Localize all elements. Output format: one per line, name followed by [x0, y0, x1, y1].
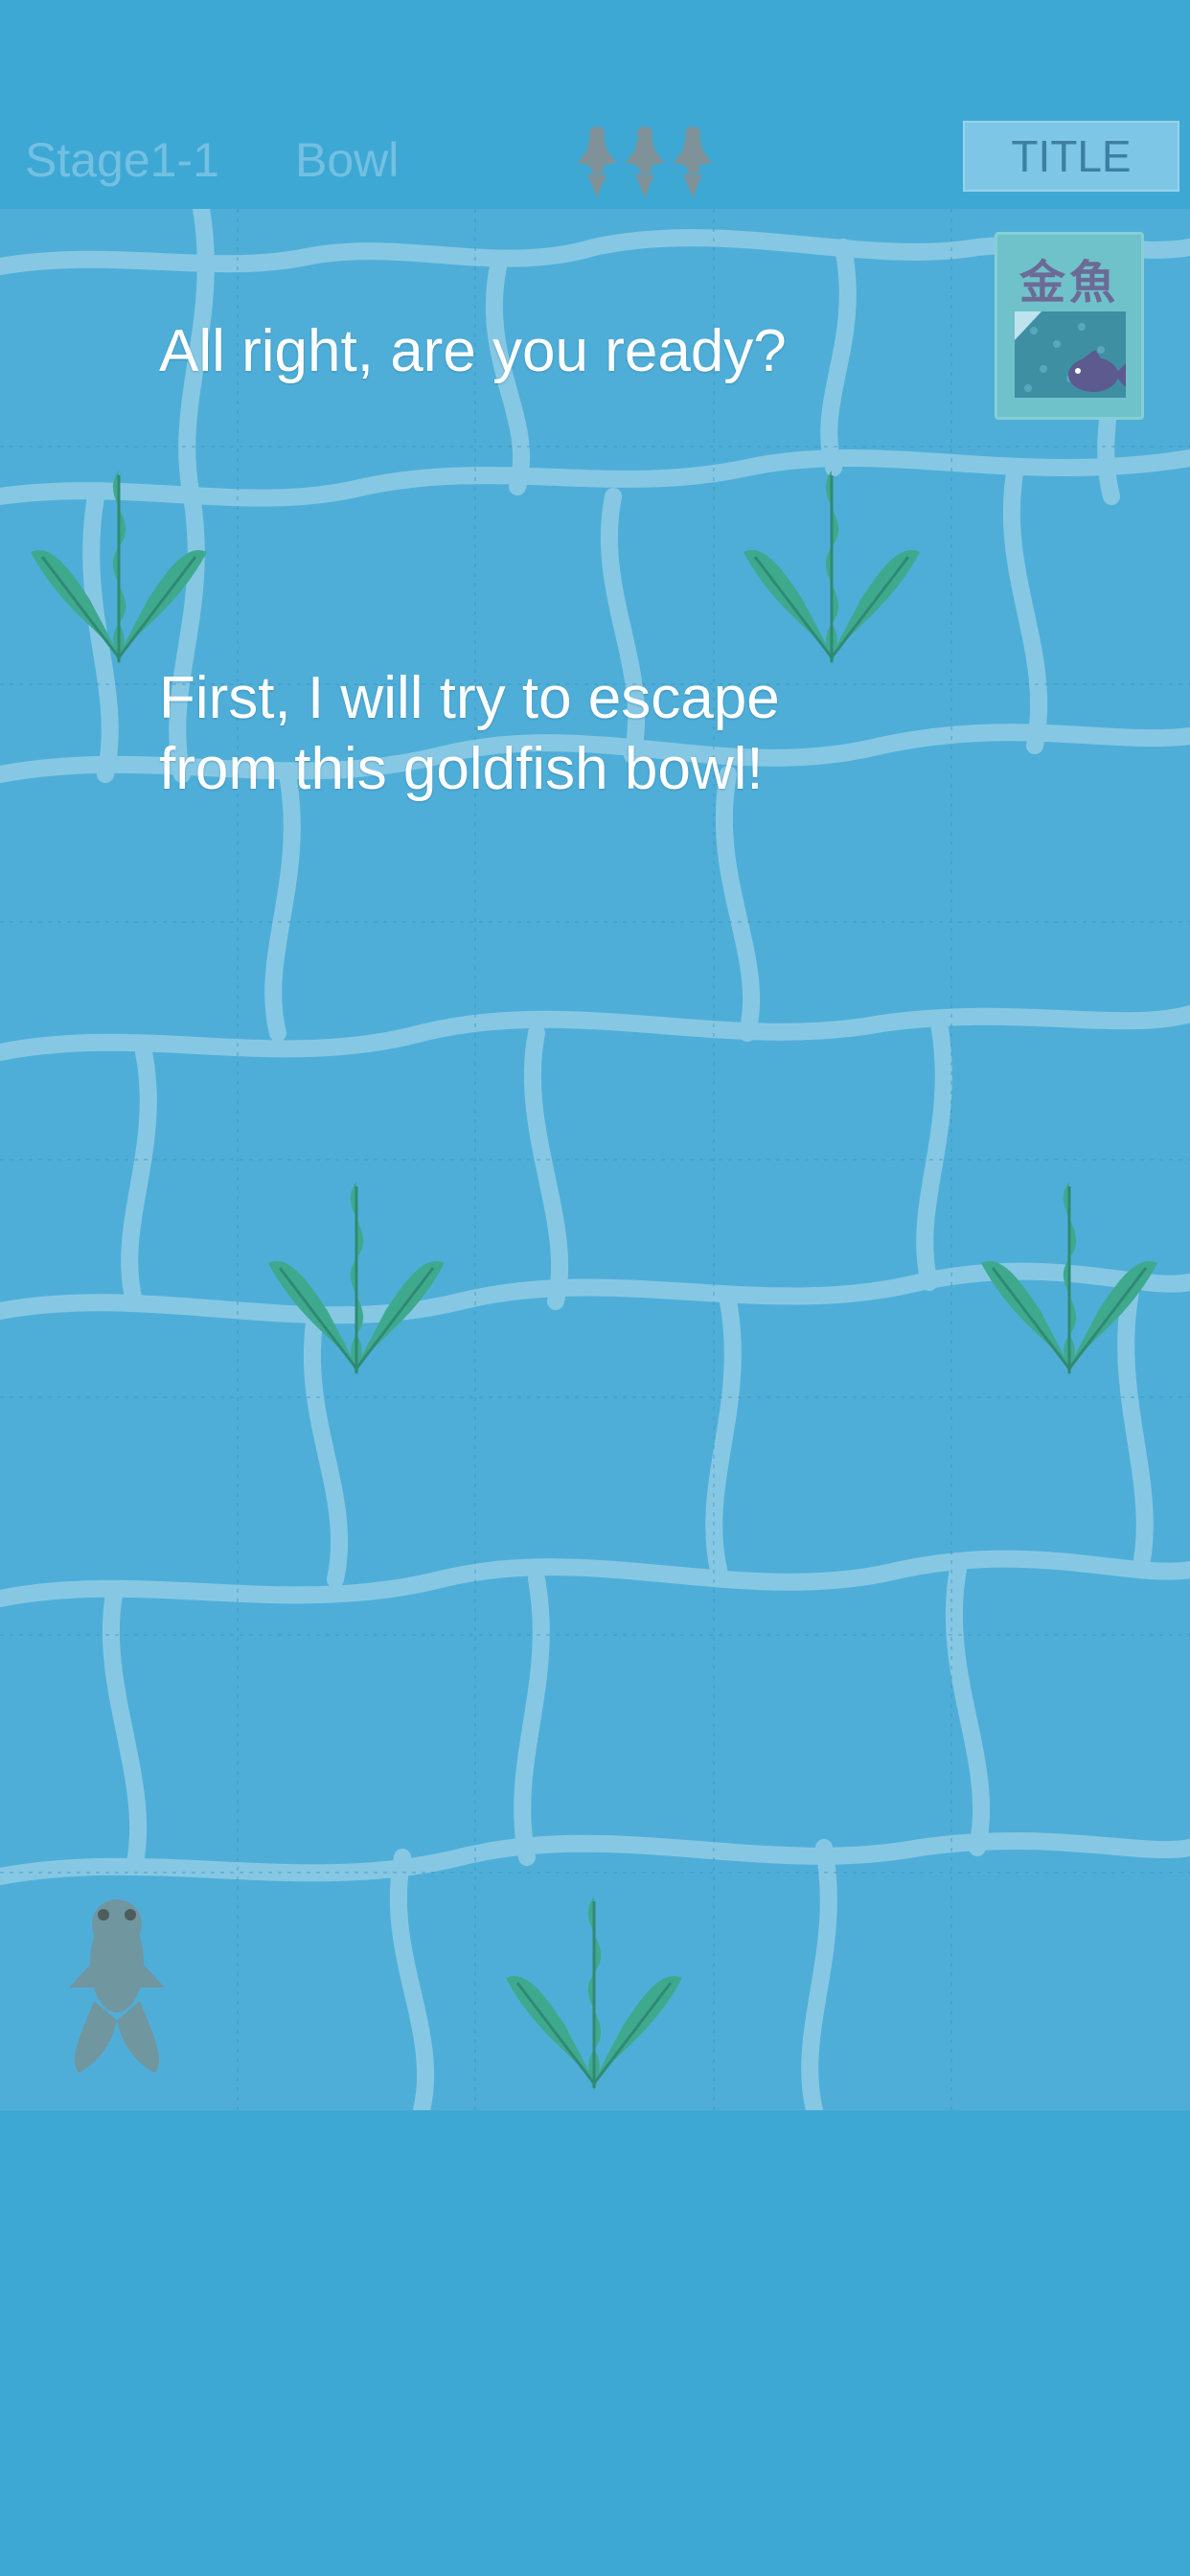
player-goldfish-icon[interactable] — [59, 1896, 174, 2087]
life-fish-icon — [674, 126, 712, 197]
level-name: Bowl — [295, 133, 400, 187]
goldfish-card-icon — [1015, 311, 1126, 398]
life-fish-icon — [578, 126, 616, 197]
lives-indicator — [578, 126, 712, 197]
top-bar: Stage1-1 Bowl TITLE — [0, 115, 1190, 211]
seaweed-icon — [31, 471, 207, 665]
card-kanji: 金魚 — [1018, 258, 1119, 309]
dialog-line-1: All right, are you ready? — [159, 318, 787, 384]
goldfish-card[interactable]: 金魚 — [995, 232, 1144, 420]
game-board[interactable]: All right, are you ready? First, I will … — [0, 209, 1190, 2110]
seaweed-icon — [506, 1897, 682, 2091]
life-fish-icon — [626, 126, 664, 197]
dialog-line-2: First, I will try to escape from this go… — [159, 665, 780, 802]
title-button[interactable]: TITLE — [963, 121, 1179, 192]
seaweed-icon — [268, 1182, 445, 1376]
seaweed-icon — [744, 471, 920, 665]
stage-label: Stage1-1 — [25, 133, 219, 187]
seaweed-icon — [981, 1182, 1157, 1376]
